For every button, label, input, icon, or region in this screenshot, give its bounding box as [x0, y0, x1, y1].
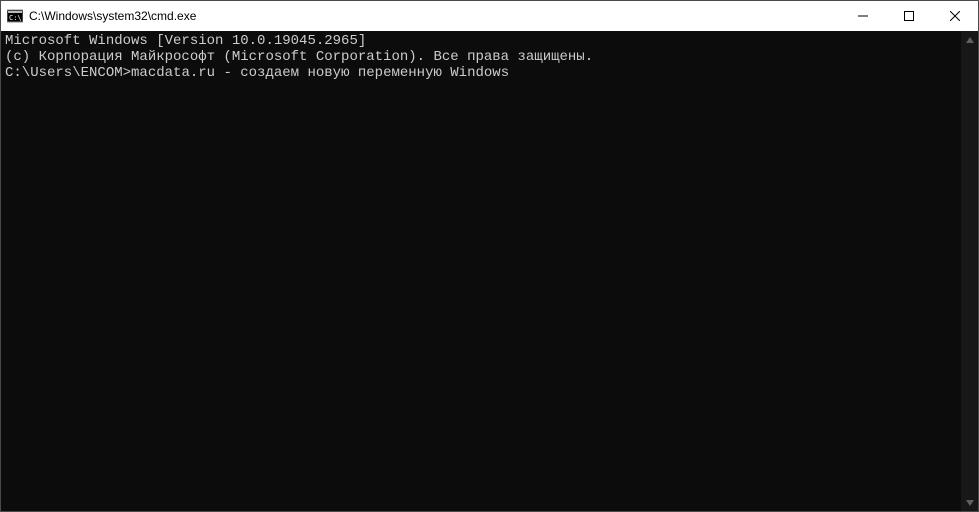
cmd-icon: C:\ — [7, 8, 23, 24]
terminal-line: (c) Корпорация Майкрософт (Microsoft Cor… — [5, 49, 957, 65]
scroll-down-button[interactable] — [961, 494, 978, 511]
prompt-path: C:\Users\ENCOM> — [5, 65, 131, 81]
minimize-button[interactable] — [840, 1, 886, 31]
scroll-track[interactable] — [961, 48, 978, 494]
scroll-up-icon — [966, 37, 974, 43]
command-input[interactable]: macdata.ru - создаем новую переменную Wi… — [131, 65, 509, 81]
maximize-button[interactable] — [886, 1, 932, 31]
close-button[interactable] — [932, 1, 978, 31]
window-controls — [840, 1, 978, 31]
cmd-window: C:\ C:\Windows\system32\cmd.exe — [0, 0, 979, 512]
terminal[interactable]: Microsoft Windows [Version 10.0.19045.29… — [1, 31, 961, 511]
maximize-icon — [904, 11, 914, 21]
scroll-up-button[interactable] — [961, 31, 978, 48]
close-icon — [950, 11, 960, 21]
svg-text:C:\: C:\ — [9, 14, 22, 22]
content-area: Microsoft Windows [Version 10.0.19045.29… — [1, 31, 978, 511]
titlebar[interactable]: C:\ C:\Windows\system32\cmd.exe — [1, 1, 978, 31]
vertical-scrollbar[interactable] — [961, 31, 978, 511]
window-title: C:\Windows\system32\cmd.exe — [29, 9, 196, 23]
terminal-prompt-line: C:\Users\ENCOM>macdata.ru - создаем нову… — [5, 65, 957, 81]
minimize-icon — [858, 11, 868, 21]
scroll-down-icon — [966, 500, 974, 506]
terminal-line: Microsoft Windows [Version 10.0.19045.29… — [5, 33, 957, 49]
